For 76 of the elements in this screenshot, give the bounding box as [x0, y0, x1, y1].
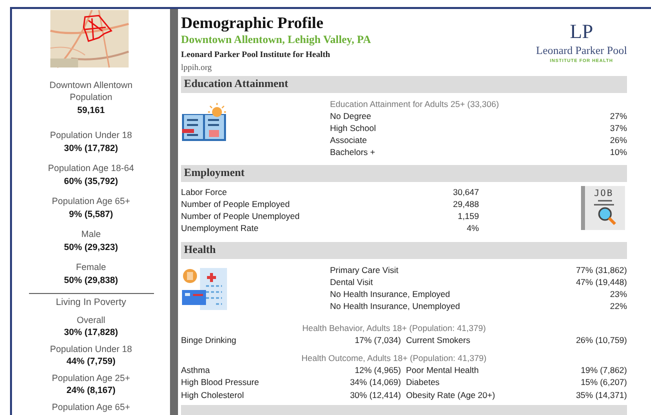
medical-bill-icon [182, 268, 228, 310]
stat-label: Population Age 18-64 [48, 162, 134, 174]
logo-monogram: LP [570, 20, 594, 45]
group-caption: Health Behavior, Adults 18+ (Population: 41,379) [301, 322, 487, 334]
row-value: 22% [610, 300, 627, 312]
page-subtitle: Downtown Allentown, Lehigh Valley, PA [181, 33, 371, 48]
row-value: 35% (14,371) [576, 388, 627, 401]
row-label: High School [330, 122, 376, 134]
section-heading: Living In Poverty [56, 297, 126, 310]
row-label: Dental Visit [330, 276, 373, 288]
page-title: Demographic Profile [181, 14, 324, 33]
row-label: Asthma [181, 364, 211, 376]
row-label: Number of People Employed [181, 198, 290, 210]
row-label: Current Smokers [406, 334, 472, 346]
row-value: 30,647 [453, 186, 479, 198]
stat-value: 30% (17,782) [64, 142, 118, 154]
stat-value: 50% (29,838) [64, 274, 118, 286]
row-value: 77% (31,862) [576, 264, 627, 276]
row-value: 17% (7,034) [354, 334, 401, 346]
stat-label: Female [76, 261, 106, 274]
table-caption: Education Attainment for Adults 25+ (33,306) [330, 98, 500, 110]
stat-label: Population Age 65+ [52, 400, 130, 413]
area-name: Downtown Allentown [49, 78, 133, 91]
stat-value: 60% (35,792) [64, 174, 118, 187]
row-label: Number of People Unemployed [181, 210, 300, 222]
row-label: Obesity Rate (Age 20+) [406, 388, 496, 401]
book-icon [182, 102, 228, 142]
row-label: Poor Mental Health [406, 364, 480, 376]
stat-label: Population [70, 91, 112, 104]
row-label: Binge Drinking [181, 334, 238, 346]
row-value: 34% (14,069) [348, 376, 401, 388]
stat-value: 44% (7,759) [66, 355, 116, 368]
stat-value: 24% (8,167) [66, 384, 116, 396]
organization-name: Leonard Parker Pool Institute for Health [181, 48, 332, 61]
stat-value: 30% (17,828) [64, 326, 118, 338]
section-heading: Health [181, 242, 627, 259]
stat-label: Overall [76, 314, 106, 326]
row-label: Diabetes [406, 376, 441, 388]
row-label: High Blood Pressure [181, 376, 260, 388]
row-value: 19% (7,862) [580, 364, 627, 376]
stat-label: Population Age 25+ [52, 372, 130, 384]
stat-label: Population Under 18 [50, 342, 132, 355]
row-label: No Health Insurance, Unemployed [330, 300, 460, 312]
stat-label: Population Age 65+ [52, 195, 130, 208]
row-value: 10% [610, 146, 627, 158]
row-value: 27% [610, 110, 627, 122]
group-caption: Health Outcome, Adults 18+ (Population: 41,379) [300, 352, 488, 364]
row-value: 15% (6,207) [580, 376, 627, 388]
row-value: 12% (4,965) [354, 364, 401, 376]
stat-value: 50% (29,323) [64, 240, 118, 253]
stat-label: Population Under 18 [50, 129, 132, 142]
logo-name: Leonard Parker Pool [536, 45, 627, 58]
job-document-icon: JOB [581, 186, 625, 230]
stat-value: 59,161 [77, 104, 105, 116]
row-label: Primary Care Visit [330, 264, 398, 276]
row-value: 26% [610, 134, 627, 146]
stat-label: Male [81, 228, 101, 240]
row-value: 4% [466, 222, 479, 234]
section-heading: Education Attainment [181, 76, 627, 93]
row-value: 23% [610, 288, 627, 300]
row-value: 29,488 [453, 198, 479, 210]
section-heading: Employment [181, 165, 627, 182]
row-value: 1,159 [458, 210, 479, 222]
row-label: Bachelors + [330, 146, 376, 158]
row-label: Unemployment Rate [181, 222, 258, 234]
row-label: Associate [330, 134, 367, 146]
row-value: 37% [610, 122, 627, 134]
row-value: 47% (19,448) [576, 276, 627, 288]
website-text: lppih.org [181, 61, 213, 74]
row-label: No Health Insurance, Employed [330, 288, 450, 300]
stat-value: 9% (5,587) [68, 208, 113, 220]
row-value: 30% (12,414) [348, 388, 401, 401]
row-label: High Cholesterol [181, 388, 245, 401]
row-label: No Degree [330, 110, 372, 122]
row-value: 26% (10,759) [576, 334, 627, 346]
row-label: Labor Force [181, 186, 227, 198]
